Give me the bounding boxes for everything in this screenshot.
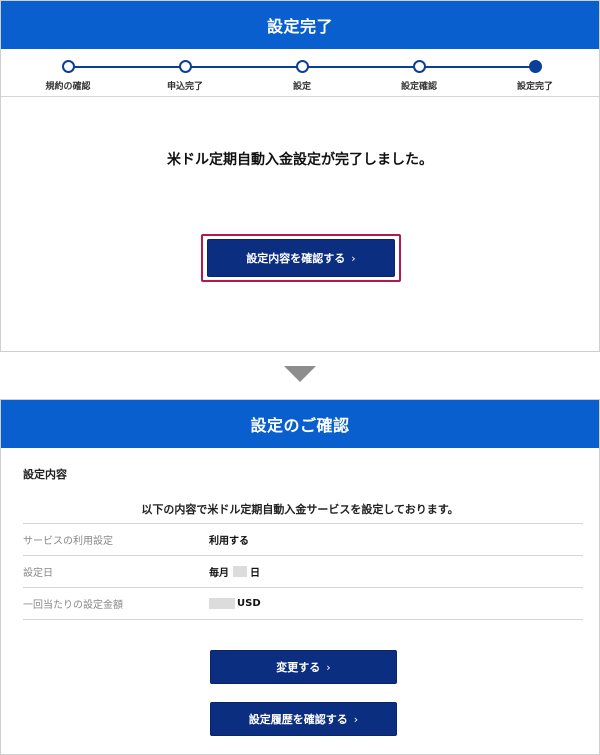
table-row: 設定日 毎月 日	[23, 556, 583, 588]
chevron-right-icon: ›	[353, 712, 359, 726]
masked-value	[209, 598, 235, 609]
step-setting: 設定	[242, 60, 362, 92]
setup-complete-panel: 設定完了 規約の確認 申込完了 設定 設定確認 設定完了 米ドル定期自動入金設定…	[0, 0, 600, 352]
step-label: 設定	[292, 82, 311, 92]
table-row: サービスの利用設定 利用する	[23, 524, 583, 556]
settings-table: サービスの利用設定 利用する 設定日 毎月 日 一回当たりの設定金額 USD	[23, 523, 583, 620]
chevron-right-icon: ›	[351, 251, 356, 265]
table-row: 一回当たりの設定金額 USD	[23, 588, 583, 620]
chevron-right-icon: ›	[326, 660, 331, 674]
completion-message: 米ドル定期自動入金設定が完了しました。	[167, 152, 433, 168]
step-terms-check: 規約の確認	[8, 60, 128, 92]
confirm-settings-button[interactable]: 設定内容を確認する ›	[207, 239, 395, 277]
complete-title: 設定完了	[266, 17, 333, 36]
row-label-amount: 一回当たりの設定金額	[23, 600, 123, 611]
step-setting-complete: 設定完了	[475, 60, 595, 92]
step-dot	[61, 60, 75, 73]
change-label: 変更する	[276, 661, 321, 674]
day-prefix: 毎月	[209, 568, 229, 579]
step-dot	[295, 60, 309, 73]
day-suffix: 日	[250, 568, 260, 579]
step-application-complete: 申込完了	[125, 60, 245, 92]
step-label: 設定完了	[516, 82, 553, 92]
complete-header: 設定完了	[1, 1, 599, 49]
row-value-setting-day: 毎月 日	[209, 564, 260, 579]
row-label-service-usage: サービスの利用設定	[23, 536, 113, 547]
amount-currency: USD	[237, 598, 261, 609]
row-value-amount: USD	[209, 598, 261, 609]
step-label: 設定確認	[400, 82, 437, 92]
row-label-setting-day: 設定日	[23, 568, 53, 579]
step-dot-active	[528, 60, 542, 73]
view-history-label: 設定履歴を確認する	[248, 713, 348, 726]
setting-confirmation-panel: 設定のご確認 設定内容 以下の内容で米ドル定期自動入金サービスを設定しております…	[0, 399, 600, 755]
step-label: 申込完了	[166, 82, 203, 92]
masked-value	[233, 566, 247, 577]
confirmation-header: 設定のご確認	[1, 400, 599, 448]
change-button[interactable]: 変更する ›	[210, 650, 397, 684]
step-setting-confirm: 設定確認	[359, 60, 479, 92]
step-dot	[412, 60, 426, 73]
step-label: 規約の確認	[45, 82, 91, 92]
row-value-service-usage: 利用する	[209, 536, 249, 547]
view-history-button[interactable]: 設定履歴を確認する ›	[210, 702, 397, 736]
triangle-down-icon	[284, 366, 316, 382]
confirmation-message: 以下の内容で米ドル定期自動入金サービスを設定しております。	[141, 503, 459, 516]
step-dot	[178, 60, 192, 73]
confirm-settings-label: 設定内容を確認する	[246, 252, 346, 265]
progress-stepper: 規約の確認 申込完了 設定 設定確認 設定完了	[1, 49, 599, 97]
section-title: 設定内容	[23, 468, 67, 481]
confirmation-title: 設定のご確認	[250, 416, 350, 435]
